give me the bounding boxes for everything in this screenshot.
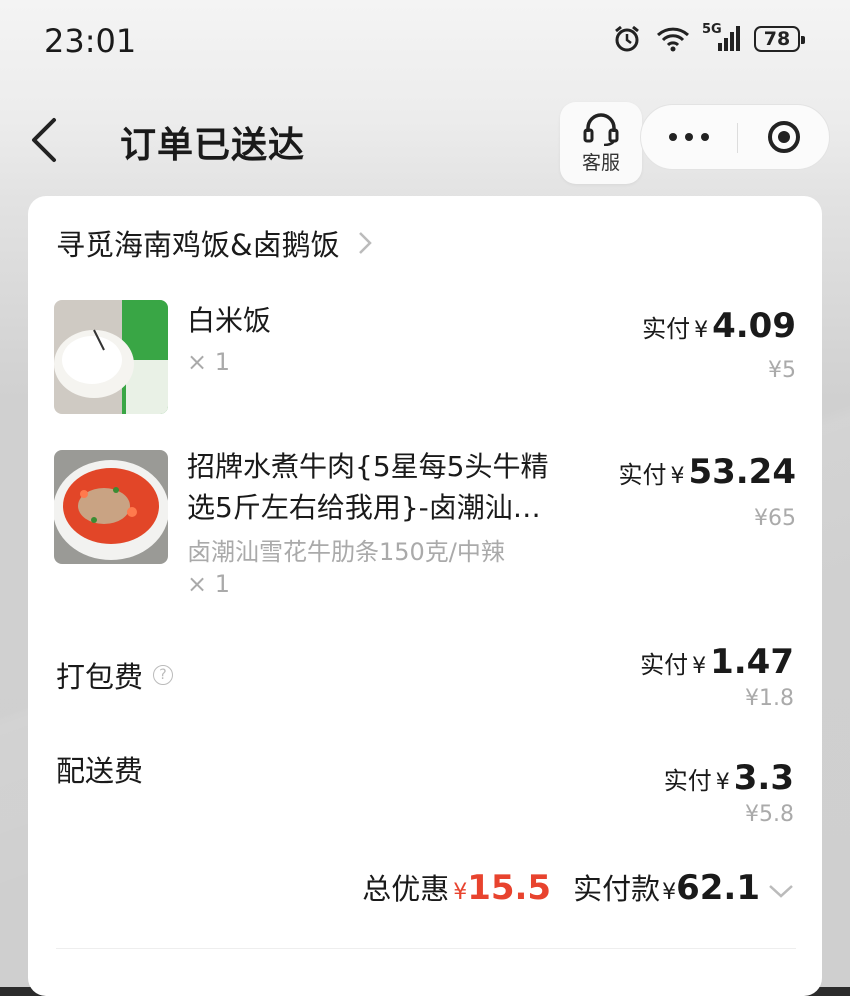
more-dot-icon — [685, 133, 693, 141]
wifi-icon — [656, 26, 690, 52]
currency-symbol: ¥ — [715, 770, 730, 795]
store-link[interactable]: 寻觅海南鸡饭&卤鹅饭 — [56, 222, 372, 264]
item-thumbnail — [54, 450, 168, 564]
paid-amount: 3.3 — [733, 758, 794, 798]
chevron-down-icon — [769, 885, 793, 898]
order-item[interactable]: 招牌水煮牛肉{5星每5头牛精 选5斤左右给我用}-卤潮汕… 卤潮汕雪花牛肋条15… — [54, 450, 796, 600]
network-type: 5G — [702, 22, 722, 37]
chevron-right-icon — [358, 232, 372, 254]
order-item[interactable]: 白米饭 × 1 实付 ¥ 4.09 ¥5 — [54, 300, 796, 414]
item-name: 白米饭 — [187, 304, 272, 337]
item-spec: 卤潮汕雪花牛肋条150克/中辣 — [187, 538, 505, 566]
target-icon — [768, 121, 800, 153]
item-quantity: × 1 — [187, 570, 231, 598]
total-paid-amount: 62.1 — [676, 868, 760, 908]
status-icons: 5G 78 — [612, 22, 805, 54]
item-original-price: ¥5 — [768, 358, 796, 383]
total-paid-label: 实付款 — [573, 872, 661, 906]
item-original-price: ¥65 — [754, 506, 796, 531]
chevron-left-icon — [32, 118, 56, 162]
item-paid-price: 实付 ¥ 53.24 — [618, 452, 796, 492]
status-bar: 23:01 5G 78 — [0, 0, 850, 86]
delivery-fee-row: 配送费 — [56, 748, 143, 790]
delivery-fee-label: 配送费 — [56, 754, 144, 788]
currency-symbol: ¥ — [453, 880, 468, 905]
currency-symbol: ¥ — [694, 318, 709, 343]
currency-symbol: ¥ — [662, 880, 677, 905]
paid-amount: 53.24 — [688, 452, 796, 492]
headset-icon — [583, 112, 619, 146]
packing-fee-original: ¥1.8 — [745, 686, 794, 711]
item-paid-price: 实付 ¥ 4.09 — [642, 306, 796, 346]
delivery-fee-paid: 实付 ¥ 3.3 — [664, 758, 794, 798]
delivery-fee-original: ¥5.8 — [745, 802, 794, 827]
packing-fee-row: 打包费 ? — [56, 654, 174, 696]
more-button[interactable] — [641, 105, 737, 169]
signal-icon: 5G — [702, 22, 740, 53]
more-dot-icon — [669, 133, 677, 141]
mini-program-capsule — [640, 104, 830, 170]
status-time: 23:01 — [44, 22, 137, 60]
more-dot-icon — [701, 133, 709, 141]
help-icon[interactable]: ? — [153, 665, 174, 685]
currency-symbol: ¥ — [692, 654, 707, 679]
battery-icon: 78 — [754, 26, 805, 52]
packing-fee-label: 打包费 — [56, 660, 144, 694]
currency-symbol: ¥ — [670, 464, 685, 489]
divider — [56, 948, 796, 949]
nav-bar: 订单已送达 客服 — [0, 96, 850, 186]
paid-amount: 1.47 — [710, 642, 794, 682]
store-name: 寻觅海南鸡饭&卤鹅饭 — [56, 228, 340, 262]
page-title: 订单已送达 — [120, 125, 306, 166]
alarm-icon — [612, 24, 642, 54]
paid-label: 实付 — [618, 461, 667, 489]
paid-label: 实付 — [642, 315, 691, 343]
back-button[interactable] — [26, 116, 66, 164]
customer-service-label: 客服 — [581, 151, 620, 174]
customer-service-button[interactable]: 客服 — [560, 102, 642, 184]
paid-label: 实付 — [663, 767, 712, 795]
packing-fee-paid: 实付 ¥ 1.47 — [640, 642, 794, 682]
item-quantity: × 1 — [187, 348, 231, 376]
item-name-line2: 选5斤左右给我用}-卤潮汕… — [187, 491, 541, 524]
close-miniprogram-button[interactable] — [738, 105, 830, 169]
order-totals[interactable]: 总优惠 ¥ 15.5 实付款 ¥ 62.1 — [362, 866, 794, 908]
discount-amount: 15.5 — [467, 868, 552, 908]
item-thumbnail — [54, 300, 168, 414]
order-card: 寻觅海南鸡饭&卤鹅饭 白米饭 × 1 实付 ¥ 4.09 ¥5 招牌水煮牛肉{5… — [28, 196, 822, 996]
item-name-line1: 招牌水煮牛肉{5星每5头牛精 — [187, 450, 549, 483]
paid-label: 实付 — [640, 651, 689, 679]
discount-label: 总优惠 — [362, 872, 450, 906]
paid-amount: 4.09 — [712, 306, 796, 346]
